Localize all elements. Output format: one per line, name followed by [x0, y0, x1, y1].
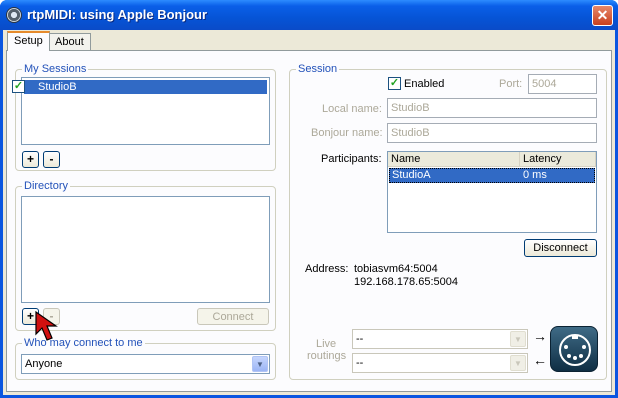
- session-item-label: StudioB: [38, 81, 77, 93]
- routing-in-select[interactable]: -- ▼: [352, 329, 528, 349]
- participants-list[interactable]: Name Latency StudioA 0 ms: [387, 151, 597, 233]
- app-icon: [6, 7, 22, 23]
- arrow-right-icon: →: [533, 328, 547, 344]
- title-bar[interactable]: rtpMIDI: using Apple Bonjour ✕: [0, 0, 618, 30]
- participant-latency: 0 ms: [523, 169, 547, 181]
- port-input[interactable]: 5004: [528, 74, 597, 94]
- app-window: rtpMIDI: using Apple Bonjour ✕ Setup Abo…: [0, 0, 618, 398]
- tab-setup[interactable]: Setup: [7, 31, 50, 51]
- window-title: rtpMIDI: using Apple Bonjour: [27, 7, 208, 22]
- setup-panel: My Sessions ✓ StudioB + - Directory + - …: [6, 50, 612, 392]
- participants-label: Participants:: [321, 153, 382, 165]
- session-enabled-checkbox[interactable]: ✓: [12, 80, 25, 93]
- connect-button[interactable]: Connect: [197, 308, 269, 325]
- participant-name: StudioA: [392, 169, 431, 181]
- close-icon[interactable]: ✕: [592, 5, 613, 26]
- column-name[interactable]: Name: [388, 152, 520, 167]
- bonjour-name-input[interactable]: StudioB: [387, 123, 597, 143]
- list-item[interactable]: ✓ StudioB: [12, 80, 267, 94]
- table-row[interactable]: StudioA 0 ms: [389, 168, 595, 183]
- routing-out-value: --: [356, 357, 364, 369]
- chevron-down-icon[interactable]: ▼: [510, 331, 526, 347]
- chevron-down-icon[interactable]: ▼: [510, 355, 526, 371]
- session-title: Session: [296, 63, 340, 75]
- enabled-checkbox[interactable]: ✓: [388, 77, 401, 90]
- routing-out-select[interactable]: -- ▼: [352, 353, 528, 373]
- address-line-2: 192.168.178.65:5004: [354, 276, 458, 288]
- my-sessions-title: My Sessions: [22, 63, 89, 75]
- live-routings-label-1: Live: [316, 338, 337, 350]
- column-latency[interactable]: Latency: [520, 152, 596, 167]
- bonjour-name-label: Bonjour name:: [311, 127, 383, 139]
- my-sessions-group: My Sessions ✓ StudioB + -: [12, 63, 276, 171]
- disconnect-button[interactable]: Disconnect: [524, 239, 597, 257]
- live-routings-label-2: routings: [307, 350, 347, 362]
- arrow-left-icon: ←: [533, 352, 547, 368]
- local-name-label: Local name:: [322, 103, 382, 115]
- address-label: Address:: [305, 263, 349, 275]
- add-session-button[interactable]: +: [22, 151, 39, 168]
- enabled-label: Enabled: [404, 78, 445, 90]
- participants-header: Name Latency: [388, 152, 596, 167]
- midi-port-icon: [550, 326, 598, 372]
- who-may-connect-value: Anyone: [25, 358, 63, 370]
- directory-title: Directory: [22, 180, 71, 192]
- session-group: Session ✓ Enabled Port: 5004 Local name:…: [289, 63, 607, 380]
- who-may-connect-select[interactable]: Anyone ▼: [21, 354, 270, 374]
- remove-session-button[interactable]: -: [43, 151, 60, 168]
- routing-in-value: --: [356, 333, 364, 345]
- chevron-down-icon[interactable]: ▼: [252, 356, 268, 372]
- local-name-input[interactable]: StudioB: [387, 98, 597, 118]
- address-line-1: tobiasvm64:5004: [354, 263, 438, 275]
- sessions-list[interactable]: ✓ StudioB: [12, 77, 270, 145]
- directory-list[interactable]: [21, 196, 270, 303]
- port-label: Port:: [499, 78, 523, 90]
- who-may-connect-group: Who may connect to me Anyone ▼: [15, 337, 276, 380]
- client-area: Setup About My Sessions ✓ StudioB + - Di…: [3, 30, 615, 395]
